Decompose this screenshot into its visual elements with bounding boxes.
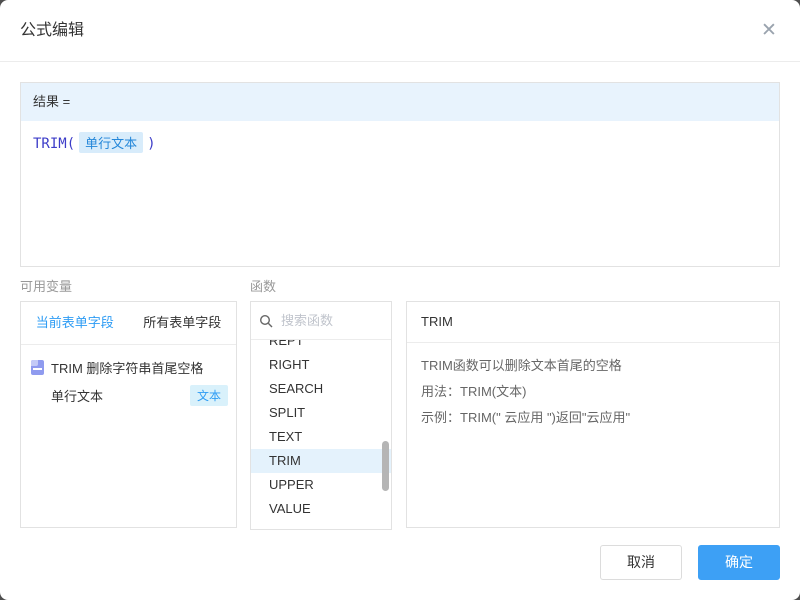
dialog-title-bar: 公式编辑 ✕ [0, 0, 800, 62]
search-input[interactable] [279, 312, 383, 329]
cancel-button[interactable]: 取消 [600, 545, 682, 580]
function-item-rept[interactable]: REPT [251, 340, 391, 353]
function-item-search[interactable]: SEARCH [251, 377, 391, 401]
variable-field-label: 单行文本 [51, 386, 190, 405]
functions-section-label: 函数 [250, 276, 276, 295]
formula-function-close: ) [147, 136, 155, 152]
variable-group-row[interactable]: TRIM 删除字符串首尾空格 [21, 354, 236, 380]
function-detail-panel: TRIM TRIM函数可以删除文本首尾的空格 用法：TRIM(文本) 示例：TR… [406, 301, 780, 528]
variables-list: TRIM 删除字符串首尾空格 单行文本 文本 [21, 345, 236, 410]
formula-field-token[interactable]: 单行文本 [79, 132, 143, 153]
close-button[interactable]: ✕ [756, 18, 782, 44]
function-list: REPT RIGHT SEARCH SPLIT TEXT TRIM UPPER … [251, 340, 391, 521]
search-icon [259, 314, 273, 328]
document-icon [31, 360, 44, 375]
function-description: TRIM函数可以删除文本首尾的空格 [421, 353, 765, 379]
function-list-viewport: REPT RIGHT SEARCH SPLIT TEXT TRIM UPPER … [251, 340, 391, 529]
formula-function-open: TRIM( [33, 136, 75, 152]
scrollbar-thumb[interactable] [382, 441, 389, 491]
close-icon: ✕ [761, 20, 777, 41]
formula-edit-dialog: 公式编辑 ✕ 结果 = TRIM(单行文本) 可用变量 函数 当前表单字段 所有… [0, 0, 800, 600]
variables-panel: 当前表单字段 所有表单字段 TRIM 删除字符串首尾空格 单行文本 文本 [20, 301, 237, 528]
result-label: 结果 = [21, 83, 779, 121]
tab-all-form-fields[interactable]: 所有表单字段 [129, 302, 237, 344]
variable-group-label: TRIM 删除字符串首尾空格 [51, 358, 203, 377]
tab-current-form-fields[interactable]: 当前表单字段 [21, 302, 129, 344]
function-item-right[interactable]: RIGHT [251, 353, 391, 377]
ok-button[interactable]: 确定 [698, 545, 780, 580]
function-example: 示例：TRIM(" 云应用 ")返回"云应用" [421, 405, 765, 431]
function-item-text[interactable]: TEXT [251, 425, 391, 449]
function-item-split[interactable]: SPLIT [251, 401, 391, 425]
variables-tabs: 当前表单字段 所有表单字段 [21, 302, 236, 345]
formula-expression[interactable]: TRIM(单行文本) [21, 121, 779, 164]
field-type-badge: 文本 [190, 385, 228, 406]
function-detail-title: TRIM [407, 302, 779, 343]
function-item-value[interactable]: VALUE [251, 497, 391, 521]
dialog-title: 公式编辑 [20, 0, 84, 61]
function-detail-body: TRIM函数可以删除文本首尾的空格 用法：TRIM(文本) 示例：TRIM(" … [407, 343, 779, 441]
function-search-row [251, 302, 391, 340]
function-item-upper[interactable]: UPPER [251, 473, 391, 497]
functions-panel: REPT RIGHT SEARCH SPLIT TEXT TRIM UPPER … [250, 301, 392, 530]
variables-section-label: 可用变量 [20, 276, 72, 295]
variable-field-row[interactable]: 单行文本 文本 [21, 380, 236, 410]
function-item-trim[interactable]: TRIM [251, 449, 391, 473]
function-usage: 用法：TRIM(文本) [421, 379, 765, 405]
formula-panel: 结果 = TRIM(单行文本) [20, 82, 780, 267]
